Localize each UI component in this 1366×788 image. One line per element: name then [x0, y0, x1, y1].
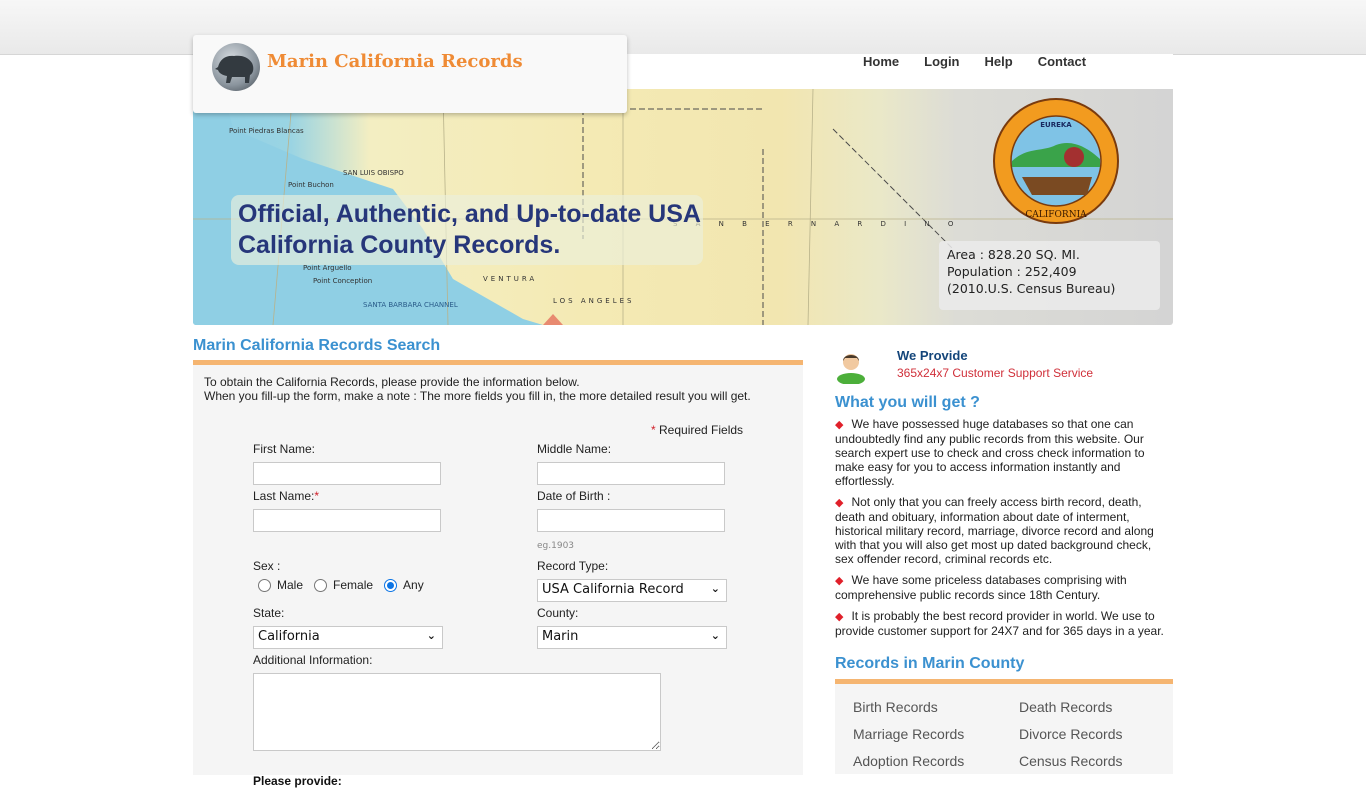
- support-service-text: 365x24x7 Customer Support Service: [897, 366, 1094, 380]
- census-source: (2010.U.S. Census Bureau): [947, 281, 1116, 296]
- last-name-label: Last Name:: [253, 489, 315, 503]
- diamond-bullet-icon: ◆: [835, 611, 844, 623]
- benefit-item: ◆ Not only that you can freely access bir…: [835, 495, 1173, 566]
- svg-text:Point Arguello: Point Arguello: [303, 264, 352, 272]
- records-links-panel: Birth Records Death Records Marriage Rec…: [835, 684, 1173, 774]
- death-records-link[interactable]: Death Records: [1019, 700, 1169, 715]
- diamond-bullet-icon: ◆: [835, 575, 844, 587]
- record-type-select[interactable]: USA California Record ⌄: [537, 579, 727, 602]
- sex-any-label[interactable]: Any: [403, 578, 424, 592]
- svg-text:LOS ANGELES: LOS ANGELES: [553, 297, 634, 305]
- divorce-records-link[interactable]: Divorce Records: [1019, 727, 1169, 742]
- census-records-link[interactable]: Census Records: [1019, 754, 1169, 769]
- records-search-section: Marin California Records Search To obtai…: [193, 335, 803, 788]
- benefit-text: It is probably the best record provider …: [835, 609, 1164, 638]
- middle-name-group: Middle Name:: [537, 442, 725, 485]
- site-logo-box[interactable]: Marin California Records: [193, 35, 627, 113]
- required-fields-label: Required Fields: [655, 423, 744, 437]
- state-select[interactable]: California ⌄: [253, 626, 443, 649]
- required-star: *: [314, 489, 320, 503]
- sex-label: Sex :: [253, 559, 281, 573]
- sex-female-radio[interactable]: [314, 578, 328, 592]
- additional-info-group: Additional Information:: [253, 653, 661, 754]
- state-group: State: California ⌄: [253, 606, 443, 649]
- adoption-records-link[interactable]: Adoption Records: [853, 754, 1019, 769]
- county-population: Population : 252,409: [947, 264, 1077, 279]
- sex-female-label[interactable]: Female: [333, 578, 373, 592]
- sex-male-label[interactable]: Male: [277, 578, 303, 592]
- county-seal-icon: EUREKA CALIFORNIA: [992, 97, 1120, 225]
- additional-info-label: Additional Information:: [253, 653, 373, 667]
- record-type-group: Record Type: USA California Record ⌄: [537, 559, 727, 602]
- last-name-group: Last Name:*: [253, 489, 441, 532]
- county-label: County:: [537, 606, 579, 620]
- svg-text:Point Buchon: Point Buchon: [288, 181, 334, 189]
- chevron-down-icon: ⌄: [426, 629, 436, 642]
- birth-records-link[interactable]: Birth Records: [853, 700, 1019, 715]
- benefit-item: ◆ We have possessed huge databases so tha…: [835, 417, 1173, 488]
- support-agent-icon: [835, 348, 867, 385]
- svg-text:SAN LUIS OBISPO: SAN LUIS OBISPO: [343, 169, 404, 177]
- svg-text:CALIFORNIA: CALIFORNIA: [1025, 210, 1087, 220]
- intro-line-2: When you fill-up the form, make a note :…: [204, 389, 751, 403]
- benefit-item: ◆ We have some priceless databases compri…: [835, 573, 1173, 602]
- county-group: County: Marin ⌄: [537, 606, 727, 649]
- benefit-text: Not only that you can freely access birt…: [835, 495, 1154, 566]
- diamond-bullet-icon: ◆: [835, 497, 844, 509]
- sex-group: Sex : Male Female Any: [253, 559, 430, 592]
- bear-logo-icon: [212, 43, 260, 91]
- nav-home-link[interactable]: Home: [863, 54, 899, 70]
- intro-line-1: To obtain the California Records, please…: [204, 375, 580, 389]
- hero-banner: Point Piedras Blancas SAN LUIS OBISPO Po…: [193, 89, 1173, 325]
- hero-tagline: Official, Authentic, and Up-to-date USA …: [238, 200, 701, 259]
- first-name-label: First Name:: [253, 442, 316, 456]
- nav-contact-link[interactable]: Contact: [1038, 54, 1086, 70]
- site-title: Marin California Records: [267, 51, 523, 72]
- search-form: To obtain the California Records, please…: [193, 365, 803, 788]
- dob-group: Date of Birth :: [537, 489, 725, 532]
- last-name-input[interactable]: [253, 509, 441, 532]
- svg-text:VENTURA: VENTURA: [483, 275, 537, 283]
- benefit-text: We have some priceless databases compris…: [835, 573, 1127, 602]
- county-area: Area : 828.20 SQ. MI.: [947, 247, 1080, 262]
- first-name-input[interactable]: [253, 462, 441, 485]
- what-you-get-title: What you will get ?: [835, 394, 980, 411]
- svg-text:EUREKA: EUREKA: [1040, 121, 1072, 129]
- record-type-label: Record Type:: [537, 559, 609, 573]
- marriage-records-link[interactable]: Marriage Records: [853, 727, 1019, 742]
- records-in-county-title: Records in Marin County: [835, 655, 1025, 672]
- chevron-down-icon: ⌄: [710, 582, 720, 595]
- nav-login-link[interactable]: Login: [924, 54, 959, 70]
- sex-any-radio[interactable]: [384, 578, 398, 592]
- dob-hint: eg.1903: [537, 541, 575, 551]
- chevron-down-icon: ⌄: [710, 629, 720, 642]
- county-stats-box: Area : 828.20 SQ. MI. Population : 252,4…: [939, 241, 1160, 310]
- required-fields-note: * Required Fields: [651, 423, 743, 437]
- diamond-bullet-icon: ◆: [835, 419, 844, 431]
- nav-help-link[interactable]: Help: [985, 54, 1013, 70]
- svg-text:Point Conception: Point Conception: [313, 277, 372, 285]
- benefit-item: ◆ It is probably the best record provider…: [835, 609, 1173, 638]
- middle-name-input[interactable]: [537, 462, 725, 485]
- county-select[interactable]: Marin ⌄: [537, 626, 727, 649]
- dob-input[interactable]: [537, 509, 725, 532]
- benefit-text: We have possessed huge databases so that…: [835, 417, 1145, 488]
- first-name-group: First Name:: [253, 442, 441, 485]
- we-provide-title: We Provide: [897, 348, 968, 363]
- sex-male-radio[interactable]: [258, 578, 271, 592]
- additional-info-textarea[interactable]: [253, 673, 661, 751]
- search-section-title: Marin California Records Search: [193, 337, 441, 354]
- county-value: Marin: [542, 629, 579, 644]
- dob-label: Date of Birth :: [537, 489, 611, 503]
- benefits-list: ◆ We have possessed huge databases so tha…: [835, 417, 1173, 645]
- please-provide-label: Please provide:: [253, 774, 342, 788]
- svg-text:Point Piedras Blancas: Point Piedras Blancas: [229, 127, 304, 135]
- svg-text:SANTA BARBARA CHANNEL: SANTA BARBARA CHANNEL: [363, 301, 458, 309]
- state-label: State:: [253, 606, 285, 620]
- state-value: California: [258, 629, 320, 644]
- middle-name-label: Middle Name:: [537, 442, 612, 456]
- record-type-value: USA California Record: [542, 582, 684, 597]
